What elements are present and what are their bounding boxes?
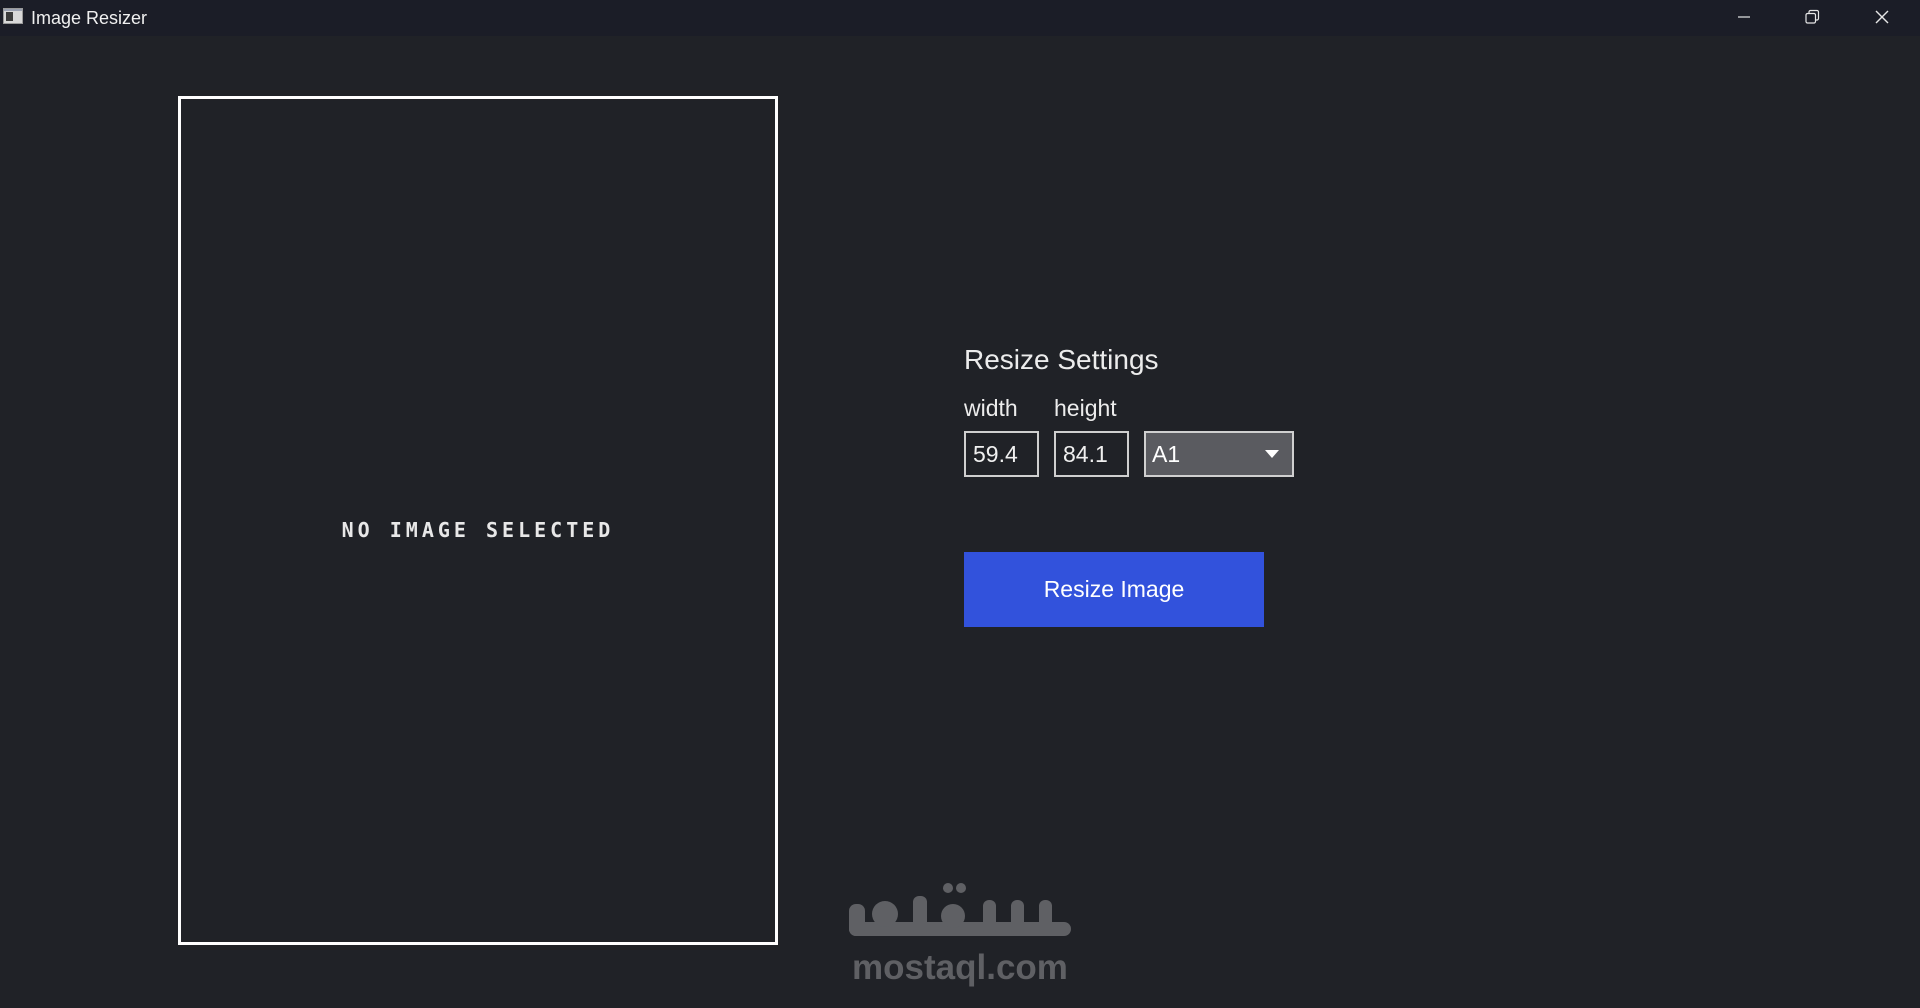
width-input[interactable] [964, 431, 1039, 477]
resize-image-button[interactable]: Resize Image [964, 552, 1264, 627]
settings-heading: Resize Settings [964, 344, 1159, 375]
no-image-placeholder: NO IMAGE SELECTED [341, 518, 615, 542]
restore-icon [1805, 9, 1820, 24]
watermark-text: mostaql.com [852, 948, 1068, 987]
image-preview-area[interactable]: NO IMAGE SELECTED [178, 96, 778, 945]
app-window-icon [3, 8, 23, 24]
paper-size-selected: A1 [1152, 441, 1181, 467]
paper-size-dropdown[interactable]: A1 [1144, 431, 1294, 477]
app-window: Image Resizer NO IMAGE SELECTED Resize S… [0, 0, 1920, 1008]
close-icon [1875, 10, 1889, 24]
minimize-icon [1738, 16, 1750, 18]
resize-button-label: Resize Image [1043, 576, 1185, 602]
title-bar[interactable]: Image Resizer [0, 0, 1920, 36]
dropdown-arrow-icon [1265, 450, 1279, 458]
mostaql-logo [849, 883, 1071, 936]
height-label: height [1054, 395, 1117, 421]
restore-button[interactable] [1778, 0, 1846, 34]
minimize-button[interactable] [1710, 0, 1778, 34]
window-title: Image Resizer [31, 8, 148, 28]
width-label: width [964, 395, 1018, 421]
height-input[interactable] [1054, 431, 1129, 477]
close-button[interactable] [1848, 0, 1916, 34]
